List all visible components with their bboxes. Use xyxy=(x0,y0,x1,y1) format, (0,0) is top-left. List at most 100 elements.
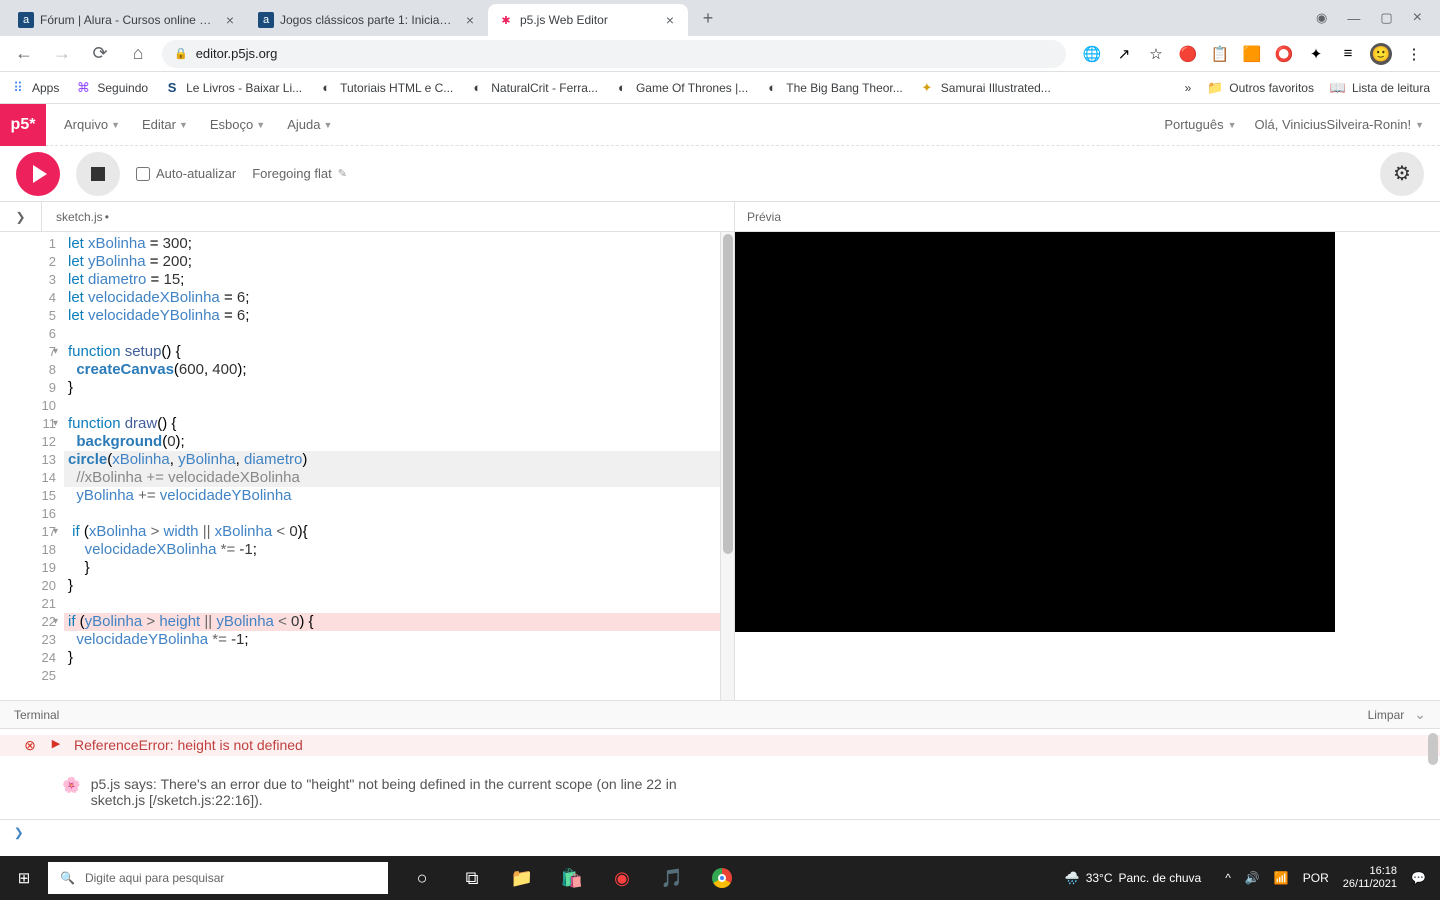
bookmark-item[interactable]: ◐Tutoriais HTML e C... xyxy=(318,80,453,96)
taskbar-search[interactable]: 🔍 Digite aqui para pesquisar xyxy=(48,862,388,894)
ext-icon[interactable]: 🟧 xyxy=(1242,44,1262,64)
other-bookmarks[interactable]: 📁Outros favoritos xyxy=(1207,80,1314,96)
auto-refresh-toggle[interactable]: Auto-atualizar xyxy=(136,166,236,181)
menu-label: Arquivo xyxy=(64,117,108,132)
store-icon[interactable]: 🛍️ xyxy=(548,856,596,900)
chevron-right-icon: ❯ xyxy=(15,210,25,224)
favicon-alura-icon: a xyxy=(18,12,34,28)
scrollbar-thumb[interactable] xyxy=(1428,733,1438,765)
bm-label: Le Livros - Baixar Li... xyxy=(186,81,302,95)
close-icon[interactable]: × xyxy=(222,12,238,28)
home-button[interactable]: ⌂ xyxy=(124,40,152,68)
app-icon[interactable]: ◉ xyxy=(598,856,646,900)
play-button[interactable] xyxy=(16,152,60,196)
menu-esboco[interactable]: Esboço▼ xyxy=(210,117,265,132)
ext-icon[interactable]: 📋 xyxy=(1210,44,1230,64)
bookmark-item[interactable]: ◐The Big Bang Theor... xyxy=(764,80,903,96)
preview-header: Prévia xyxy=(735,202,1440,232)
browser-tab-0[interactable]: a Fórum | Alura - Cursos online de ... × xyxy=(8,4,248,36)
menu-icon[interactable]: ⋮ xyxy=(1404,44,1424,64)
scrollbar-thumb[interactable] xyxy=(723,234,733,554)
puzzle-icon[interactable]: ✦ xyxy=(1306,44,1326,64)
stop-button[interactable] xyxy=(76,152,120,196)
auto-refresh-checkbox[interactable] xyxy=(136,167,150,181)
menu-arquivo[interactable]: Arquivo▼ xyxy=(64,117,120,132)
user-menu[interactable]: Olá, ViniciusSilveira-Ronin!▼ xyxy=(1255,117,1424,132)
ext-icon[interactable]: ⭕ xyxy=(1274,44,1294,64)
close-icon[interactable]: × xyxy=(662,12,678,28)
avatar-icon[interactable]: 🙂 xyxy=(1370,43,1392,65)
scrollbar-vertical[interactable] xyxy=(720,232,734,700)
browser-toolbar: ← → ⟳ ⌂ 🔒 editor.p5js.org 🌐 ↗ ☆ 🔴 📋 🟧 ⭕ … xyxy=(0,36,1440,72)
p5-logo[interactable]: p5* xyxy=(0,104,46,146)
settings-button[interactable]: ⚙ xyxy=(1380,152,1424,196)
start-button[interactable]: ⊞ xyxy=(0,856,48,900)
globe-icon: ◐ xyxy=(469,80,485,96)
code-lines[interactable]: let xBolinha = 300;let yBolinha = 200;le… xyxy=(64,232,720,700)
explorer-icon[interactable]: 📁 xyxy=(498,856,546,900)
cortana-icon[interactable]: ○ xyxy=(398,856,446,900)
file-tab-sketch[interactable]: sketch.js• xyxy=(42,202,123,232)
sketch-name[interactable]: Foregoing flat ✎ xyxy=(252,166,347,181)
maximize-icon[interactable]: ▢ xyxy=(1380,10,1392,26)
sidebar-toggle[interactable]: ❯ xyxy=(0,202,42,232)
browser-tab-1[interactable]: a Jogos clássicos parte 1: Iniciando × xyxy=(248,4,488,36)
bookmark-item[interactable]: ◐NaturalCrit - Ferra... xyxy=(469,80,598,96)
reload-button[interactable]: ⟳ xyxy=(86,40,114,68)
star-icon[interactable]: ☆ xyxy=(1146,44,1166,64)
more-bookmarks-icon[interactable]: » xyxy=(1185,81,1192,95)
caret-icon: ▶ xyxy=(48,737,64,750)
clock[interactable]: 16:18 26/11/2021 xyxy=(1343,865,1397,891)
clear-button[interactable]: Limpar xyxy=(1368,708,1405,722)
chrome-icon[interactable] xyxy=(698,856,746,900)
language-indicator[interactable]: POR xyxy=(1303,871,1329,885)
terminal-input[interactable]: ❯ xyxy=(0,819,1440,845)
new-tab-button[interactable]: + xyxy=(694,4,722,32)
search-icon: 🔍 xyxy=(60,871,75,885)
task-view-icon[interactable]: ⧉ xyxy=(448,856,496,900)
tray-chevron-icon[interactable]: ^ xyxy=(1225,871,1231,885)
terminal-title: Terminal xyxy=(14,708,59,722)
chevron-down-icon: ▼ xyxy=(1415,120,1424,130)
folder-icon: 📁 xyxy=(1207,80,1223,96)
browser-tab-2[interactable]: ✱ p5.js Web Editor × xyxy=(488,4,688,36)
ext-icon[interactable]: 🔴 xyxy=(1178,44,1198,64)
volume-icon[interactable]: 🔊 xyxy=(1245,871,1260,885)
itunes-icon[interactable]: 🎵 xyxy=(648,856,696,900)
menu-ajuda[interactable]: Ajuda▼ xyxy=(287,117,332,132)
chevron-down-icon: ▼ xyxy=(323,120,332,130)
apps-button[interactable]: ⠿Apps xyxy=(10,80,59,96)
translate-icon[interactable]: 🌐 xyxy=(1082,44,1102,64)
search-placeholder: Digite aqui para pesquisar xyxy=(85,871,224,885)
list-icon[interactable]: ≡ xyxy=(1338,44,1358,64)
notifications-icon[interactable]: 💬 xyxy=(1411,871,1426,885)
samurai-icon: ✦ xyxy=(919,80,935,96)
share-icon[interactable]: ↗ xyxy=(1114,44,1134,64)
bookmark-item[interactable]: ◐Game Of Thrones |... xyxy=(614,80,748,96)
gear-icon: ⚙ xyxy=(1393,161,1411,186)
auto-refresh-label: Auto-atualizar xyxy=(156,166,236,181)
close-window-icon[interactable]: × xyxy=(1413,9,1422,27)
address-bar[interactable]: 🔒 editor.p5js.org xyxy=(162,40,1066,68)
preview-canvas-area xyxy=(735,232,1440,700)
pencil-icon[interactable]: ✎ xyxy=(338,167,347,180)
account-icon[interactable]: ◉ xyxy=(1316,10,1327,26)
weather-widget[interactable]: 🌧️ 33°C Panc. de chuva xyxy=(1065,871,1202,885)
bookmark-item[interactable]: SLe Livros - Baixar Li... xyxy=(164,80,302,96)
language-selector[interactable]: Português▼ xyxy=(1164,117,1236,132)
chevron-down-icon[interactable]: ⌄ xyxy=(1414,706,1426,723)
code-editor[interactable]: 1234567891011121314151617181920212223242… xyxy=(0,232,734,700)
bookmark-item[interactable]: ⌘Seguindo xyxy=(75,80,148,96)
bm-label: The Big Bang Theor... xyxy=(786,81,903,95)
network-icon[interactable]: 📶 xyxy=(1274,871,1289,885)
forward-button[interactable]: → xyxy=(48,40,76,68)
back-button[interactable]: ← xyxy=(10,40,38,68)
close-icon[interactable]: × xyxy=(462,12,478,28)
minimize-icon[interactable]: — xyxy=(1347,11,1360,26)
reading-list[interactable]: 📖Lista de leitura xyxy=(1330,80,1430,96)
menu-editar[interactable]: Editar▼ xyxy=(142,117,188,132)
favicon-alura-icon: a xyxy=(258,12,274,28)
error-message: ReferenceError: height is not defined xyxy=(74,737,1426,753)
language-label: Português xyxy=(1164,117,1223,132)
bookmark-item[interactable]: ✦Samurai Illustrated... xyxy=(919,80,1051,96)
